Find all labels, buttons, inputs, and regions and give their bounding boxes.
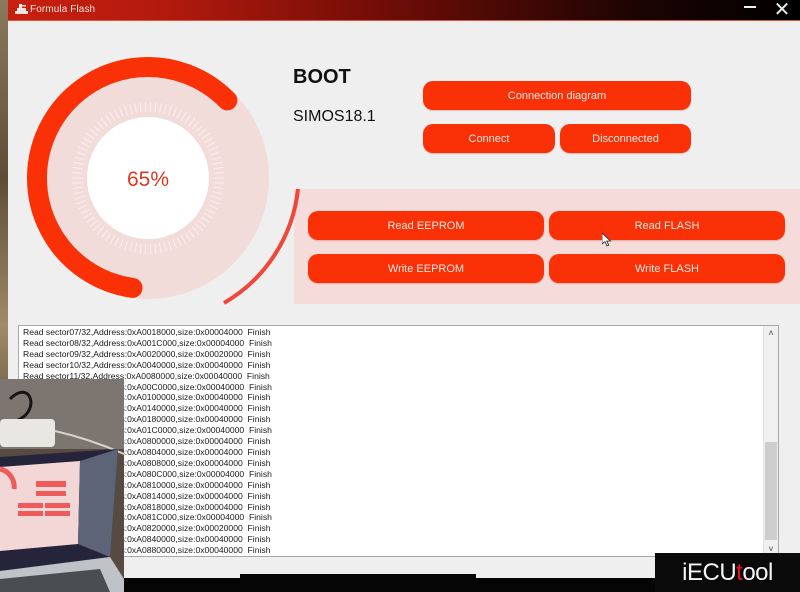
laptop-photo-inset: [0, 379, 124, 592]
read-flash-button[interactable]: Read FLASH: [549, 211, 785, 240]
close-button[interactable]: ✕: [768, 0, 796, 20]
log-line: Read sector10/32,Address:0xA0040000,size…: [23, 359, 271, 370]
mode-label: BOOT: [293, 66, 351, 88]
app-logo-icon: [15, 4, 28, 14]
iecutool-watermark: i ECU t ool: [655, 553, 800, 592]
progress-ring: 65%: [26, 56, 282, 312]
close-icon: ✕: [773, 0, 791, 21]
log-line: Read sector08/32,Address:0xA001C000,size…: [23, 337, 272, 348]
connect-button[interactable]: Connect: [423, 124, 555, 153]
panel-accent-arc: [222, 188, 300, 305]
scroll-thumb[interactable]: [765, 442, 777, 540]
watermark-main: ECU: [686, 558, 737, 586]
app-window: Formula Flash ✕ 65% BOOT SIMOS18.1 Conne…: [8, 0, 800, 578]
log-output[interactable]: Read sector07/32,Address:0xA0018000,size…: [18, 325, 779, 557]
scroll-up-button[interactable]: ˄: [764, 327, 778, 339]
ecu-name: SIMOS18.1: [293, 108, 376, 125]
log-line: Read sector07/32,Address:0xA0018000,size…: [23, 327, 271, 337]
mouse-cursor-icon: [602, 233, 612, 247]
operations-panel: [222, 188, 800, 305]
chevron-up-icon: ˄: [768, 328, 774, 338]
window-title: Formula Flash: [30, 4, 96, 15]
progress-percent: 65%: [126, 168, 170, 191]
log-scrollbar[interactable]: ˄ ˅: [763, 326, 778, 556]
log-line: Read sector09/32,Address:0xA0020000,size…: [23, 348, 271, 359]
connection-diagram-button[interactable]: Connection diagram: [423, 81, 691, 110]
taskbar-tab: [240, 574, 476, 578]
read-eeprom-button[interactable]: Read EEPROM: [308, 211, 544, 240]
laptop-photo: [0, 379, 124, 592]
title-bar[interactable]: Formula Flash ✕: [8, 0, 800, 21]
minimize-button[interactable]: [736, 0, 764, 20]
write-eeprom-button[interactable]: Write EEPROM: [308, 254, 544, 283]
minimize-icon: [744, 6, 756, 8]
write-flash-button[interactable]: Write FLASH: [549, 254, 785, 283]
watermark-suffix: ool: [742, 558, 773, 586]
disconnected-button[interactable]: Disconnected: [560, 124, 691, 153]
